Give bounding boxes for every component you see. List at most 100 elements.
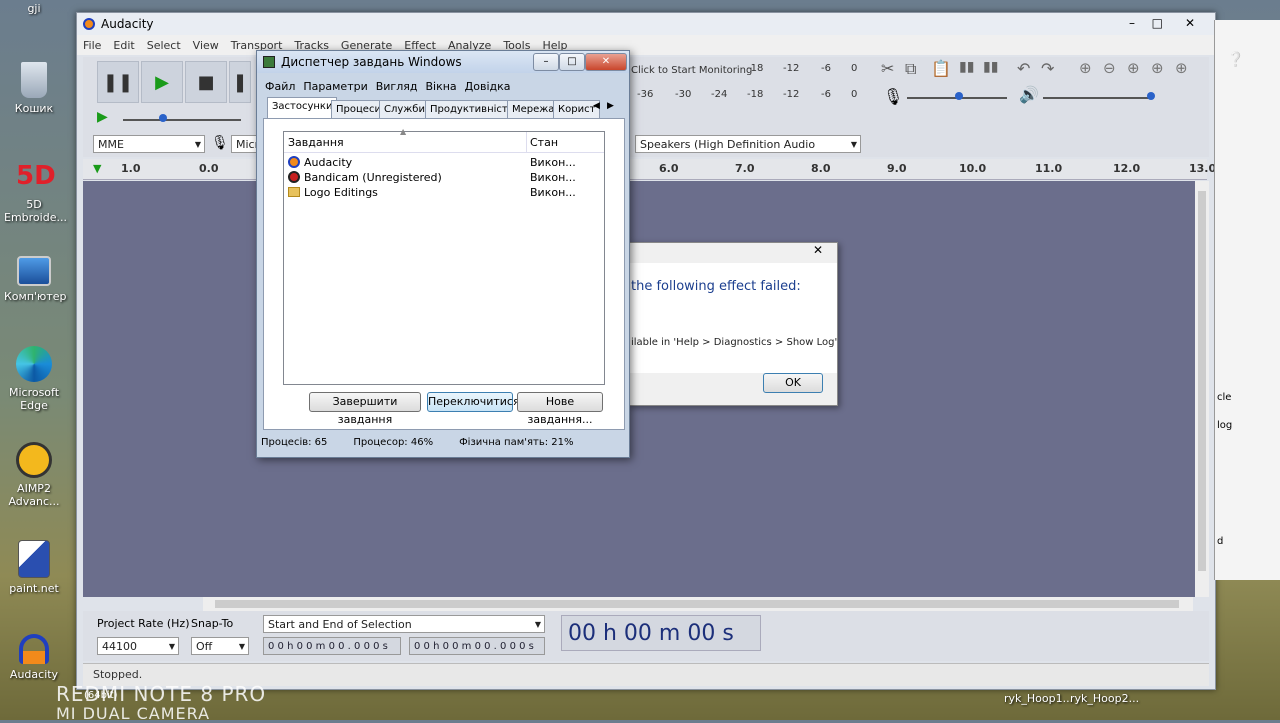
horizontal-scrollbar-thumb[interactable] bbox=[215, 600, 1179, 608]
menu-file[interactable]: File bbox=[83, 39, 101, 52]
desktop-icon-edge[interactable]: Microsoft Edge bbox=[4, 346, 64, 412]
maximize-icon[interactable]: □ bbox=[559, 53, 585, 71]
desktop-file-label[interactable]: ryk_Hoop1... bbox=[1004, 692, 1073, 705]
menu-file[interactable]: Файл bbox=[265, 80, 295, 93]
recording-volume-thumb[interactable] bbox=[955, 92, 963, 100]
host-select[interactable]: MME ▼ bbox=[93, 135, 205, 153]
paste-icon[interactable]: 📋 bbox=[931, 59, 951, 78]
processes-count: Процесів: 65 bbox=[261, 436, 328, 448]
speed-slider-thumb[interactable] bbox=[159, 114, 167, 122]
menu-select[interactable]: Select bbox=[147, 39, 181, 52]
desktop-icon-computer[interactable]: Комп'ютер bbox=[4, 256, 66, 303]
menu-options[interactable]: Параметри bbox=[303, 80, 367, 93]
tab-applications[interactable]: Застосунки bbox=[267, 97, 338, 119]
monitor-label[interactable]: Click to Start Monitoring bbox=[631, 65, 752, 76]
snap-to-select[interactable]: Off ▼ bbox=[191, 637, 249, 655]
close-icon[interactable]: ✕ bbox=[813, 243, 823, 257]
skip-start-button[interactable]: ❚ bbox=[229, 61, 251, 103]
desktop-icon-aimp2[interactable]: AIMP2 Advanc... bbox=[4, 442, 64, 508]
end-task-button[interactable]: Завершити завдання bbox=[309, 392, 421, 426]
desktop-icon-audacity[interactable]: Audacity bbox=[4, 634, 64, 681]
playback-speed-slider[interactable] bbox=[123, 119, 241, 121]
new-task-button[interactable]: Нове завдання... bbox=[517, 392, 603, 426]
minimize-icon[interactable]: – bbox=[1129, 16, 1135, 30]
zoom-out-icon[interactable]: ⊖ bbox=[1103, 59, 1116, 77]
column-status[interactable]: Стан bbox=[530, 136, 558, 149]
menu-view[interactable]: View bbox=[193, 39, 219, 52]
pause-button[interactable]: ❚❚ bbox=[97, 61, 139, 103]
desktop-icon-label: gji bbox=[27, 2, 41, 15]
playback-device-select[interactable]: Speakers (High Definition Audio ▼ bbox=[635, 135, 861, 153]
bits-label: (64bit) bbox=[84, 690, 118, 701]
project-rate-select[interactable]: 44100 ▼ bbox=[97, 637, 179, 655]
copy-icon[interactable]: ⧉ bbox=[905, 59, 916, 79]
close-icon[interactable]: ✕ bbox=[1185, 16, 1195, 30]
timeline-ruler[interactable]: ▼ 1.0 0.0 6.0 7.0 8.0 9.0 10.0 11.0 12.0… bbox=[83, 159, 1216, 180]
fit-selection-icon[interactable]: ⊕ bbox=[1127, 59, 1140, 77]
trim-icon[interactable]: ▮▮ bbox=[959, 59, 974, 75]
menu-view[interactable]: Вигляд bbox=[376, 80, 418, 93]
zoom-in-icon[interactable]: ⊕ bbox=[1079, 59, 1092, 77]
table-row[interactable]: Bandicam (Unregistered) Викон... bbox=[286, 171, 602, 185]
selection-start-field[interactable]: 0 0 h 0 0 m 0 0 . 0 0 0 s bbox=[263, 637, 401, 655]
horizontal-scrollbar[interactable] bbox=[203, 597, 1193, 611]
menu-windows[interactable]: Вікна bbox=[425, 80, 456, 93]
tab-networking[interactable]: Мережа bbox=[507, 100, 560, 118]
selection-end-field[interactable]: 0 0 h 0 0 m 0 0 . 0 0 0 s bbox=[409, 637, 545, 655]
table-row[interactable]: Audacity Викон... bbox=[286, 156, 602, 170]
recording-device-select[interactable]: Micr bbox=[231, 135, 259, 153]
time-display[interactable]: 00 h 00 m 00 s bbox=[561, 615, 761, 651]
tab-scroll-right-icon[interactable]: ▶ bbox=[607, 101, 614, 111]
recycle-bin-icon bbox=[21, 62, 47, 98]
tab-scroll-left-icon[interactable]: ◀ bbox=[593, 101, 600, 111]
playback-volume-thumb[interactable] bbox=[1147, 92, 1155, 100]
fit-project-icon[interactable]: ⊕ bbox=[1151, 59, 1164, 77]
tab-services[interactable]: Служби bbox=[379, 100, 430, 118]
task-manager-window: Диспетчер завдань Windows – □ ✕ Файл Пар… bbox=[256, 50, 630, 458]
task-manager-titlebar[interactable]: Диспетчер завдань Windows – □ ✕ bbox=[257, 51, 629, 73]
play-head-icon[interactable]: ▼ bbox=[93, 162, 101, 175]
audacity-titlebar[interactable]: Audacity – □ ✕ bbox=[77, 13, 1215, 35]
ruler-tick: 11.0 bbox=[1035, 162, 1063, 175]
play-button[interactable]: ▶ bbox=[141, 61, 183, 103]
vertical-scrollbar-thumb[interactable] bbox=[1198, 191, 1206, 571]
redo-icon[interactable]: ↷ bbox=[1041, 59, 1054, 78]
background-window: ❔ cle log d bbox=[1214, 20, 1280, 580]
desktop-icon-paintnet[interactable]: paint.net bbox=[4, 540, 64, 595]
maximize-icon[interactable]: □ bbox=[1152, 16, 1163, 30]
desktop-icon-recycle-bin[interactable]: Кошик bbox=[4, 62, 64, 115]
playback-volume-slider[interactable] bbox=[1043, 97, 1149, 99]
tab-processes[interactable]: Процеси bbox=[331, 100, 386, 118]
menu-edit[interactable]: Edit bbox=[113, 39, 134, 52]
camera-watermark-line2: MI DUAL CAMERA bbox=[56, 704, 211, 723]
ruler-tick: 10.0 bbox=[959, 162, 987, 175]
meter-tick: -12 bbox=[783, 89, 800, 100]
zoom-toggle-icon[interactable]: ⊕ bbox=[1175, 59, 1188, 77]
close-icon[interactable]: ✕ bbox=[585, 53, 627, 71]
desktop-icon-label: Microsoft Edge bbox=[8, 386, 60, 412]
table-row[interactable]: Logo Editings Викон... bbox=[286, 186, 602, 200]
meter-tick: -12 bbox=[783, 63, 800, 74]
stop-button[interactable]: ■ bbox=[185, 61, 227, 103]
desktop-icon-gji[interactable]: gji bbox=[4, 2, 64, 15]
play-at-speed-icon[interactable]: ▶ bbox=[97, 109, 108, 125]
desktop-icon-5d-embroidery[interactable]: 5D 5D Embroide... bbox=[4, 158, 67, 224]
switch-to-button[interactable]: Переключитися bbox=[427, 392, 520, 412]
selection-mode-select[interactable]: Start and End of Selection ▼ bbox=[263, 615, 545, 633]
error-message-line1: the following effect failed: bbox=[631, 279, 801, 294]
column-task[interactable]: Завдання bbox=[288, 136, 344, 149]
silence-icon[interactable]: ▮▮ bbox=[983, 59, 998, 75]
ruler-tick: 8.0 bbox=[811, 162, 831, 175]
task-list[interactable]: Завдання ▲ Стан Audacity Викон... Bandic… bbox=[283, 127, 605, 385]
menu-help[interactable]: Довідка bbox=[465, 80, 511, 93]
undo-icon[interactable]: ↶ bbox=[1017, 59, 1030, 78]
vertical-scrollbar[interactable] bbox=[1195, 181, 1209, 597]
desktop-file-label[interactable]: ryk_Hoop2... bbox=[1070, 692, 1139, 705]
tab-performance[interactable]: Продуктивність bbox=[425, 100, 519, 118]
toolbar-area: ❚❚ ▶ ■ ❚ ▶ MME ▼ 🎙 Micr Speakers (High De… bbox=[83, 57, 1209, 157]
cut-icon[interactable]: ✂ bbox=[881, 59, 894, 78]
selection-start-value: 0 0 h 0 0 m 0 0 . 0 0 0 s bbox=[268, 641, 388, 652]
ok-button[interactable]: OK bbox=[763, 373, 823, 393]
help-icon[interactable]: ❔ bbox=[1227, 52, 1244, 68]
minimize-icon[interactable]: – bbox=[533, 53, 559, 71]
